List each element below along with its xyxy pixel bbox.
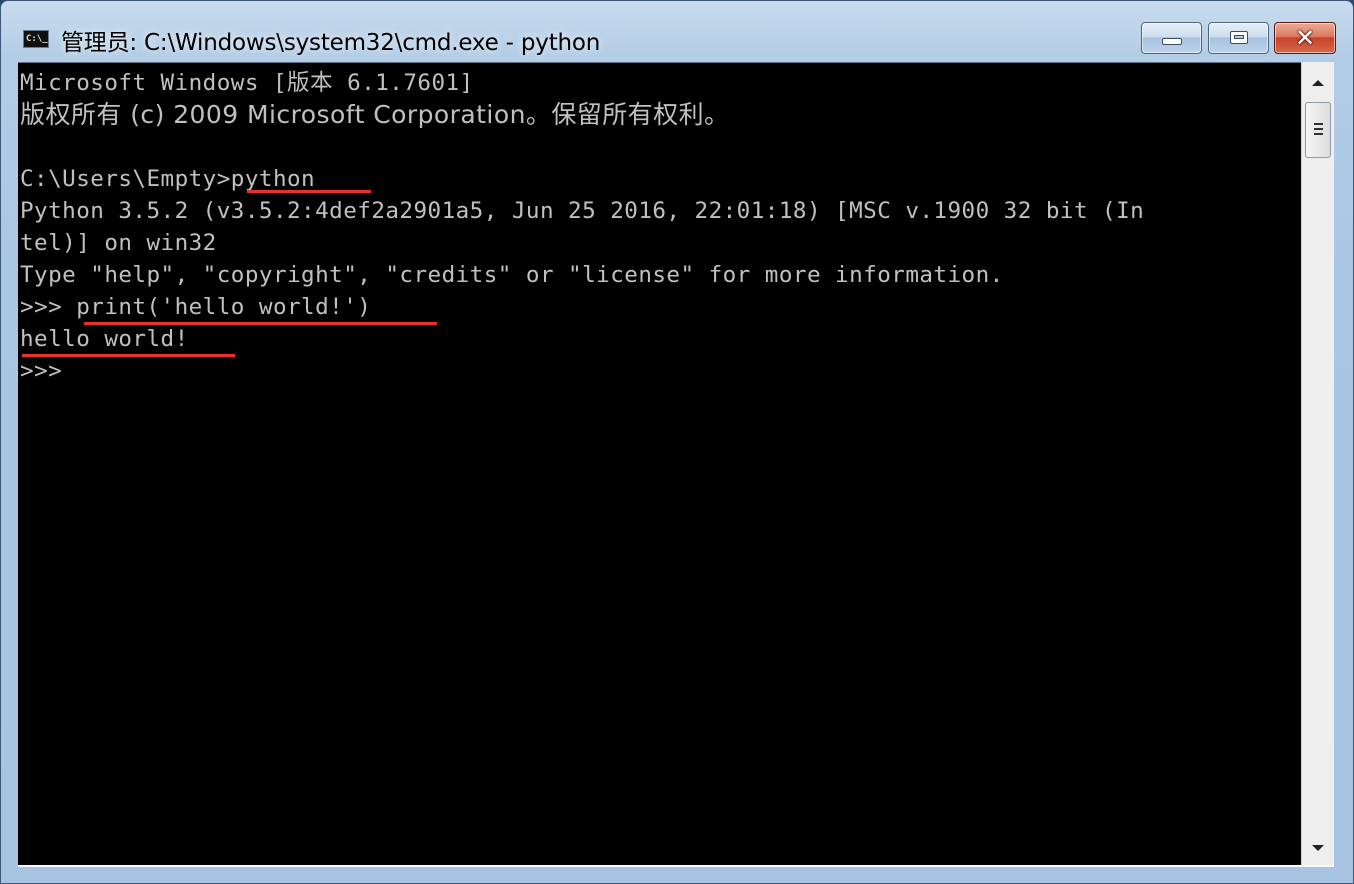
console-line: tel)] on win32 [20, 230, 217, 256]
cmd-icon[interactable]: C:\_ [23, 30, 49, 48]
minimize-icon [1162, 38, 1182, 45]
cmd-window: C:\_ 管理员: C:\Windows\system32\cmd.exe - … [0, 0, 1354, 884]
close-icon: ✕ [1294, 24, 1316, 52]
grip-icon [1314, 128, 1323, 130]
title-bar[interactable]: C:\_ 管理员: C:\Windows\system32\cmd.exe - … [1, 1, 1353, 63]
grip-icon [1314, 133, 1323, 135]
console-line: Type "help", "copyright", "credits" or "… [20, 262, 1004, 288]
console-line: >>> print('hello world!') [20, 294, 372, 320]
console-line: Python 3.5.2 (v3.5.2:4def2a2901a5, Jun 2… [20, 198, 1145, 224]
minimize-button[interactable] [1141, 22, 1202, 54]
frame-divider [18, 865, 1334, 867]
close-button[interactable]: ✕ [1274, 22, 1336, 54]
highlight-underline-output [22, 354, 235, 357]
console-line: Microsoft Windows [版本 6.1.7601] [20, 70, 474, 96]
scroll-down-arrow-icon[interactable] [1312, 845, 1324, 851]
highlight-underline-print [84, 322, 437, 325]
maximize-button[interactable] [1208, 22, 1269, 54]
console-line: hello world! [20, 326, 189, 352]
scrollbar-thumb[interactable] [1305, 102, 1331, 158]
console-output[interactable]: Microsoft Windows [版本 6.1.7601] 版权所有 (c)… [18, 62, 1301, 865]
vertical-scrollbar[interactable] [1301, 62, 1334, 865]
window-title: 管理员: C:\Windows\system32\cmd.exe - pytho… [61, 30, 601, 56]
highlight-underline-python [247, 190, 371, 193]
console-line: 版权所有 (c) 2009 Microsoft Corporation。保留所有… [20, 100, 730, 129]
scroll-up-arrow-icon[interactable] [1312, 80, 1324, 86]
grip-icon [1314, 123, 1323, 125]
console-line: >>> [20, 358, 63, 384]
maximize-icon [1230, 31, 1248, 44]
